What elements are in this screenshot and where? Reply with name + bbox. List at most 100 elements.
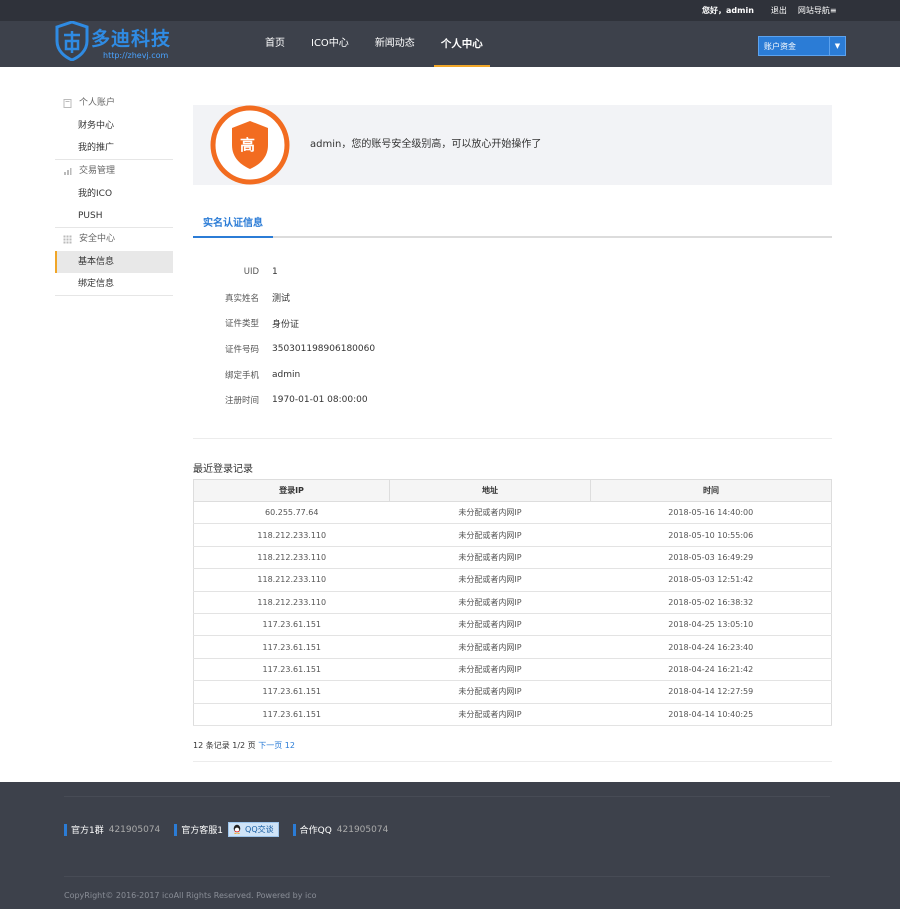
info-row-phone: 绑定手机 admin	[193, 362, 832, 388]
accent-bar	[174, 823, 178, 836]
cell-ip: 117.23.61.151	[193, 612, 390, 637]
info-key: 真实姓名	[224, 293, 259, 304]
info-value: 1	[272, 266, 278, 277]
greeting-link[interactable]: 您好，admin	[702, 5, 754, 16]
contact-number: 421905074	[108, 824, 161, 835]
nav-news[interactable]: 新闻动态	[368, 21, 422, 67]
last-page-link[interactable]: 12	[285, 741, 295, 750]
account-select-value: 账户资金	[764, 42, 796, 51]
table-row: 118.212.233.110 未分配或者内网IP 2018-05-03 16:49…	[193, 545, 832, 570]
nav-home[interactable]: 首页	[258, 21, 292, 67]
table-row: 60.255.77.64 未分配或者内网IP 2018-05-16 14:40:00	[193, 500, 832, 525]
chevron-down-icon[interactable]: ▼	[829, 37, 845, 55]
main-nav: 首页 ICO中心 新闻动态 个人中心	[258, 21, 502, 67]
cell-time: 2018-05-16 14:40:00	[590, 500, 832, 525]
cell-address: 未分配或者内网IP	[389, 635, 591, 659]
cell-time: 2018-05-03 16:49:29	[590, 545, 832, 570]
nav-personal-center[interactable]: 个人中心	[433, 21, 490, 67]
qq-chat-button[interactable]: QQ交谈	[228, 822, 279, 837]
sidebar-item-basic-info[interactable]: 基本信息	[55, 251, 173, 273]
pagination-summary: 12 条记录 1/2 页	[193, 741, 256, 750]
tab-realname-info[interactable]: 实名认证信息	[193, 211, 273, 238]
cell-time: 2018-04-14 12:27:59	[590, 680, 832, 704]
logo-shield-icon	[55, 21, 89, 61]
nav-ico-center[interactable]: ICO中心	[304, 21, 356, 67]
sidebar-group-title: 个人账户	[79, 98, 116, 108]
logo[interactable]: 多迪科技 http://zhevj.com	[55, 21, 185, 67]
main-header: 多迪科技 http://zhevj.com 首页 ICO中心 新闻动态 个人中心…	[0, 21, 900, 67]
info-row-id-type: 证件类型 身份证	[193, 310, 832, 336]
divider	[193, 761, 832, 762]
table-row: 118.212.233.110 未分配或者内网IP 2018-05-10 10:55…	[193, 523, 832, 547]
sidebar-item-finance[interactable]: 财务中心	[55, 115, 173, 137]
grid-icon	[63, 235, 72, 244]
cell-address: 未分配或者内网IP	[389, 590, 591, 614]
table-row: 117.23.61.151 未分配或者内网IP 2018-04-24 16:21:4…	[193, 657, 832, 682]
contact-cooperation: 合作QQ 421905074	[292, 823, 388, 836]
sidebar-item-my-ico[interactable]: 我的ICO	[55, 183, 173, 205]
footer-divider	[64, 876, 830, 877]
sidebar-item-push[interactable]: PUSH	[55, 205, 173, 227]
footer-contacts: 官方1群 421905074 官方客服1 QQ交谈 合作QQ 421905074	[64, 822, 402, 837]
info-value: 350301198906180060	[272, 343, 376, 354]
sidebar-item-promotion[interactable]: 我的推广	[55, 137, 173, 159]
logout-link[interactable]: 退出	[771, 5, 787, 16]
sidebar: 个人账户 财务中心 我的推广 交易管理 我的ICO PUSH 安全中心 基本信息…	[55, 92, 173, 296]
logo-name: 多迪科技	[91, 28, 172, 50]
tab-bar: 实名认证信息	[193, 211, 832, 238]
table-row: 117.23.61.151 未分配或者内网IP 2018-04-14 12:27:5…	[193, 680, 832, 704]
footer-divider	[64, 796, 830, 797]
table-header-row: 登录IP 地址 时间	[193, 479, 832, 502]
copyright-text: CopyRight© 2016-2017 icoAll Rights Reser…	[64, 891, 317, 900]
cell-address: 未分配或者内网IP	[389, 500, 591, 525]
cell-address: 未分配或者内网IP	[389, 680, 591, 704]
qq-penguin-icon	[233, 824, 241, 834]
sidebar-group-title: 安全中心	[79, 234, 116, 244]
info-row-uid: UID 1	[193, 259, 832, 285]
contact-service: 官方客服1 QQ交谈	[174, 822, 279, 837]
qq-chat-label: QQ交谈	[245, 825, 274, 834]
table-row: 118.212.233.110 未分配或者内网IP 2018-05-03 12:51…	[193, 568, 832, 592]
account-select[interactable]: 账户资金 ▼	[758, 36, 846, 56]
cell-time: 2018-04-24 16:21:42	[590, 657, 832, 682]
info-key: UID	[243, 266, 259, 277]
top-links: 您好，admin 退出 网站导航≡	[702, 5, 837, 16]
divider	[193, 438, 832, 439]
column-header-address: 地址	[389, 479, 591, 502]
info-value: admin	[272, 369, 301, 380]
login-log-table: 登录IP 地址 时间 60.255.77.64 未分配或者内网IP 2018-05-…	[193, 479, 832, 726]
security-message: admin，您的账号安全级别高，可以放心开始操作了	[310, 139, 542, 150]
contact-label: 官方1群	[71, 826, 104, 836]
info-value: 1970-01-01 08:00:00	[272, 395, 368, 406]
info-key: 证件号码	[224, 344, 259, 355]
cell-address: 未分配或者内网IP	[389, 568, 591, 592]
table-row: 117.23.61.151 未分配或者内网IP 2018-04-25 13:05:1…	[193, 612, 832, 637]
column-header-ip: 登录IP	[193, 479, 390, 502]
table-row: 117.23.61.151 未分配或者内网IP 2018-04-14 10:40:2…	[193, 702, 832, 726]
cell-time: 2018-05-10 10:55:06	[590, 523, 832, 547]
cell-time: 2018-04-25 13:05:10	[590, 612, 832, 637]
cell-address: 未分配或者内网IP	[389, 702, 591, 726]
sidebar-group-header: 个人账户	[55, 92, 173, 115]
chart-icon	[63, 167, 72, 176]
cell-ip: 118.212.233.110	[193, 523, 390, 547]
next-page-link[interactable]: 下一页	[258, 741, 282, 750]
cell-ip: 118.212.233.110	[193, 590, 390, 614]
cell-ip: 118.212.233.110	[193, 568, 390, 592]
cell-time: 2018-04-14 10:40:25	[590, 702, 832, 726]
info-value: 测试	[272, 294, 291, 305]
contact-label: 合作QQ	[299, 826, 332, 836]
cell-ip: 117.23.61.151	[193, 635, 390, 659]
logo-url: http://zhevj.com	[103, 51, 169, 60]
site-nav-link[interactable]: 网站导航≡	[798, 5, 837, 16]
cell-ip: 118.212.233.110	[193, 545, 390, 570]
footer: 官方1群 421905074 官方客服1 QQ交谈 合作QQ 421905074	[0, 782, 900, 909]
cell-ip: 117.23.61.151	[193, 702, 390, 726]
cell-address: 未分配或者内网IP	[389, 657, 591, 682]
pagination: 12 条记录 1/2 页 下一页 12	[193, 740, 295, 751]
realname-info-list: UID 1 真实姓名 测试 证件类型 身份证 证件号码 350301198906…	[193, 259, 832, 413]
sidebar-group-security: 安全中心 基本信息 绑定信息	[55, 228, 173, 296]
sidebar-item-binding-info[interactable]: 绑定信息	[55, 273, 173, 295]
security-level-text: 高	[240, 136, 256, 154]
table-row: 118.212.233.110 未分配或者内网IP 2018-05-02 16:38…	[193, 590, 832, 614]
